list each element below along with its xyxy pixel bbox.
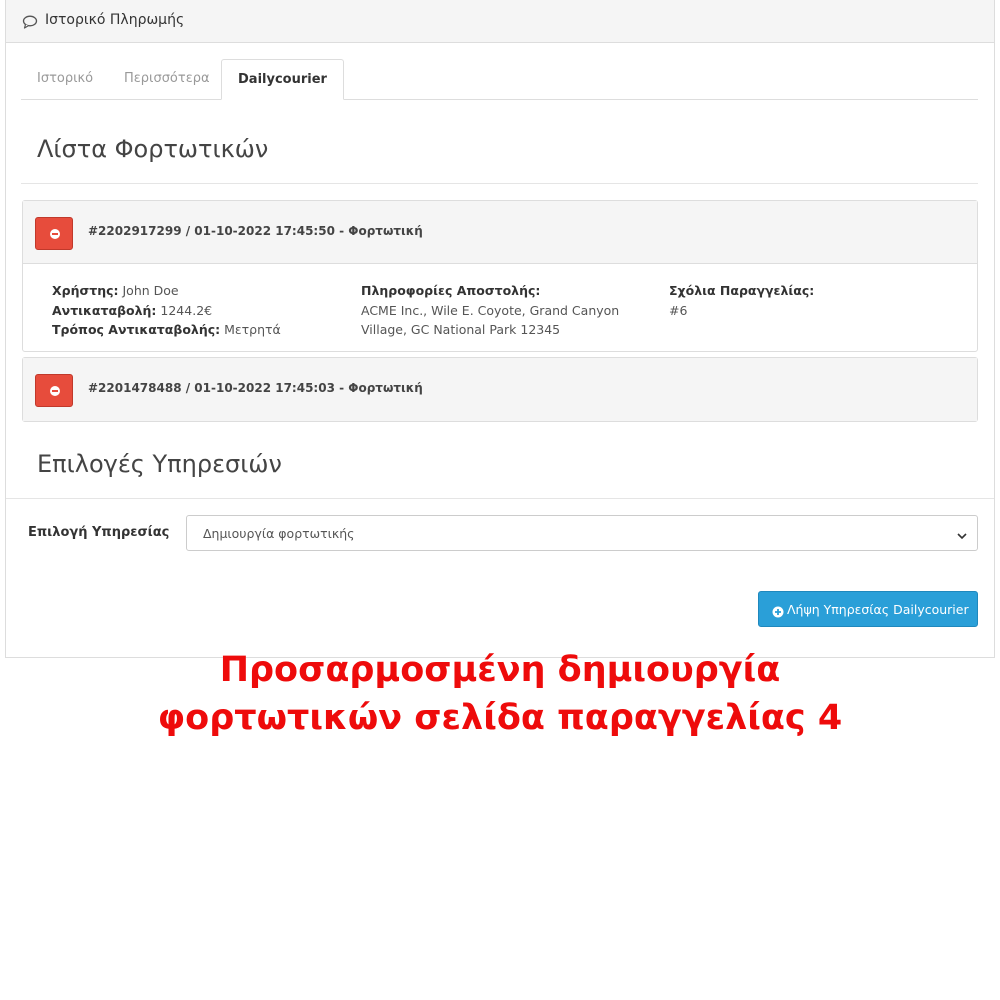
shipment-info-column: Πληροφορίες Αποστολής: ACME Inc., Wile E… bbox=[361, 281, 619, 340]
payment-history-panel: Ιστορικό Πληρωμής Ιστορικό Περισσότερα D… bbox=[5, 0, 995, 658]
minus-circle-icon bbox=[50, 229, 60, 239]
collapse-button[interactable] bbox=[35, 217, 73, 250]
cod-value: 1244.2€ bbox=[160, 302, 213, 318]
panel-heading: Ιστορικό Πληρωμής bbox=[6, 0, 994, 43]
shipment-card: #2201478488 / 01-10-2022 17:45:03 - Φορτ… bbox=[22, 357, 978, 422]
shipment-card-header: #2201478488 / 01-10-2022 17:45:03 - Φορτ… bbox=[23, 358, 977, 421]
tab-history[interactable]: Ιστορικό bbox=[21, 59, 109, 100]
shipment-card-header: #2202917299 / 01-10-2022 17:45:50 - Φορτ… bbox=[23, 201, 977, 264]
comments-value: #6 bbox=[669, 302, 688, 318]
shipment-card-body: Χρήστης: John Doe Αντικαταβολή: 1244.2€ … bbox=[23, 265, 977, 351]
tab-bar: Ιστορικό Περισσότερα Dailycourier bbox=[21, 59, 978, 100]
service-select[interactable]: Δημιουργία φορτωτικής bbox=[186, 515, 978, 551]
shipping-address-line2: Village, GC National Park 12345 bbox=[361, 322, 561, 337]
user-label: Χρήστης: bbox=[52, 283, 119, 298]
promo-caption: Προσαρμοσμένη δημιουργία φορτωτικών σελί… bbox=[0, 646, 1000, 742]
plus-circle-icon bbox=[772, 603, 784, 618]
shipments-section-title: Λίστα Φορτωτικών bbox=[37, 135, 269, 163]
chevron-down-icon bbox=[956, 527, 968, 540]
shipping-address-line1: ACME Inc., Wile E. Coyote, Grand Canyon bbox=[361, 302, 620, 318]
comments-label: Σχόλια Παραγγελίας: bbox=[669, 283, 815, 298]
caption-line-1: Προσαρμοσμένη δημιουργία bbox=[219, 650, 781, 690]
user-value: John Doe bbox=[122, 283, 179, 298]
caption-line-2: φορτωτικών σελίδα παραγγελίας 4 bbox=[157, 698, 843, 738]
get-service-label: Λήψη Υπηρεσίας Dailycourier bbox=[787, 602, 969, 617]
section-divider bbox=[21, 183, 978, 184]
tab-more[interactable]: Περισσότερα bbox=[108, 59, 226, 100]
get-service-button[interactable]: Λήψη Υπηρεσίας Dailycourier bbox=[758, 591, 978, 627]
shipping-info-label: Πληροφορίες Αποστολής: bbox=[361, 283, 541, 298]
services-section-title: Επιλογές Υπηρεσιών bbox=[37, 450, 282, 478]
shipment-user-column: Χρήστης: John Doe Αντικαταβολή: 1244.2€ … bbox=[52, 281, 281, 340]
cod-label: Αντικαταβολή: bbox=[52, 302, 157, 318]
panel-title: Ιστορικό Πληρωμής bbox=[45, 12, 185, 28]
collapse-button[interactable] bbox=[35, 374, 73, 407]
shipment-title: #2202917299 / 01-10-2022 17:45:50 - Φορτ… bbox=[88, 224, 423, 238]
minus-circle-icon bbox=[50, 386, 60, 396]
service-select-value: Δημιουργία φορτωτικής bbox=[203, 526, 355, 541]
shipment-card: #2202917299 / 01-10-2022 17:45:50 - Φορτ… bbox=[22, 200, 978, 352]
service-select-label: Επιλογή Υπηρεσίας bbox=[28, 525, 170, 540]
comment-icon bbox=[22, 14, 38, 30]
tab-dailycourier[interactable]: Dailycourier bbox=[221, 59, 344, 100]
shipment-title: #2201478488 / 01-10-2022 17:45:03 - Φορτ… bbox=[88, 381, 423, 395]
section-divider bbox=[6, 498, 994, 499]
cod-method-value: Μετρητά bbox=[224, 322, 281, 337]
cod-method-label: Τρόπος Αντικαταβολής: bbox=[52, 322, 221, 337]
shipment-comments-column: Σχόλια Παραγγελίας: #6 bbox=[669, 281, 814, 320]
